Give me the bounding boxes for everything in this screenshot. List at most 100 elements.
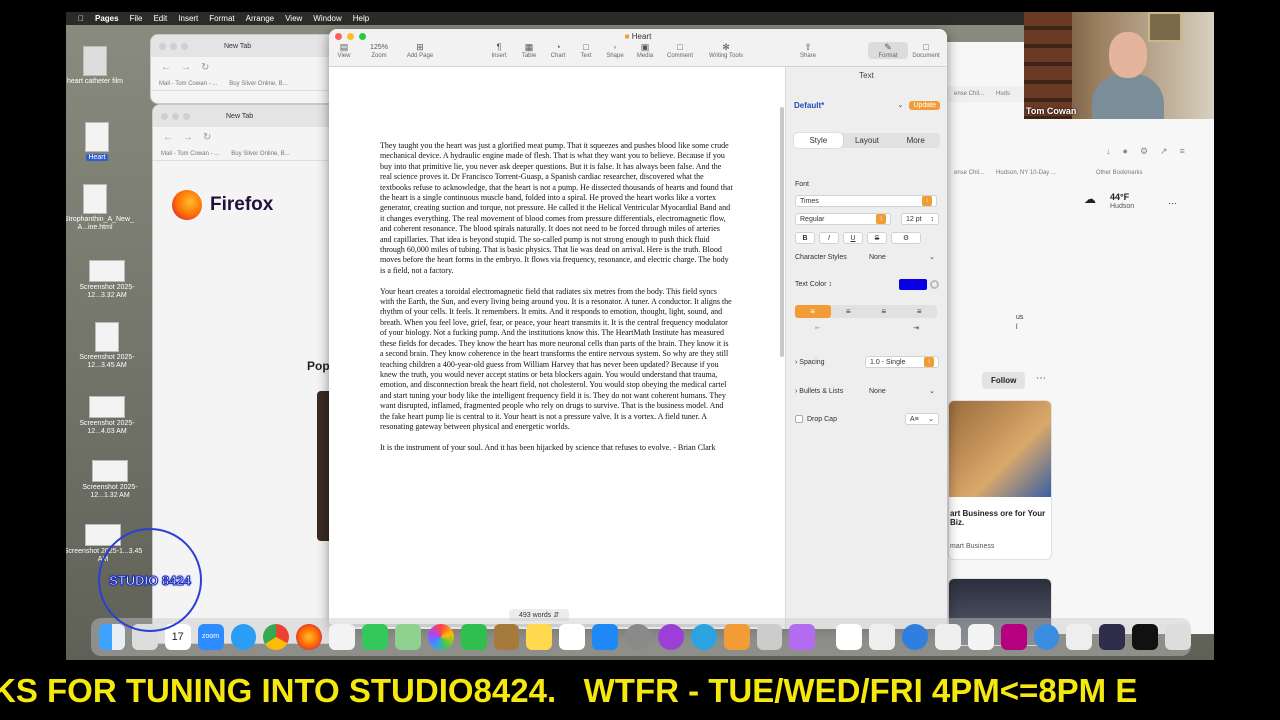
desktop-file[interactable]: Heart [66, 122, 138, 162]
weather-more-icon[interactable]: ⋯ [1168, 198, 1177, 209]
color-wheel-icon[interactable] [930, 280, 939, 289]
download-icon[interactable]: ↓ [1106, 146, 1111, 157]
document-file-icon[interactable] [836, 624, 863, 650]
comment-button[interactable]: □ Comment [660, 42, 700, 59]
desktop-file[interactable]: Screenshot 2025-12...1.32 AM [69, 460, 151, 500]
stepper-icon[interactable]: ↕ [931, 216, 935, 223]
document-file-icon[interactable] [869, 624, 895, 650]
zoom-app-icon[interactable]: zoom [197, 624, 224, 650]
italic-button[interactable]: I [819, 232, 839, 244]
globe-icon[interactable] [1033, 624, 1060, 650]
text-options-button[interactable]: ⚙ [891, 232, 921, 244]
maps-icon[interactable] [394, 624, 421, 650]
menu-format[interactable]: Format [209, 14, 234, 23]
back-icon[interactable]: ← [161, 62, 171, 73]
paragraph[interactable]: It is the instrument of your soul. And i… [380, 443, 733, 453]
folder-icon[interactable] [493, 624, 520, 650]
outdent-icon[interactable]: ⇤ [815, 324, 821, 332]
bookmark-item[interactable]: ense Chil... [954, 170, 984, 176]
bookmark-hudson[interactable]: Hudson, NY 10-Day ... [996, 170, 1056, 176]
follow-button[interactable]: Follow [982, 372, 1026, 389]
reload-icon[interactable]: ↻ [201, 62, 209, 73]
underline-button[interactable]: U [843, 232, 863, 244]
desktop-file[interactable]: G-Strophanthin_A_New_ A...ine.html [66, 184, 136, 232]
bookmark-silver[interactable]: Buy Silver Online, B... [231, 151, 289, 157]
spacing-row[interactable]: › Spacing 1.0 - Single ↕ [795, 356, 939, 368]
paragraph[interactable]: They taught you the heart was just a glo… [380, 141, 733, 276]
typeface-select[interactable]: Regular ↕ [795, 213, 891, 225]
news-icon[interactable] [559, 624, 586, 650]
messages-icon[interactable] [362, 624, 388, 650]
font-size-field[interactable]: 12 pt ↕ [901, 213, 939, 225]
weather-widget[interactable]: ☁ 44°F Hudson [1084, 192, 1134, 210]
menu-window[interactable]: Window [313, 14, 341, 23]
bookmark-mail[interactable]: Mail - Tom Cowan - ... [161, 151, 219, 157]
more-button[interactable]: ⋯ [1036, 373, 1046, 384]
safari-icon[interactable] [230, 624, 257, 650]
firefox-icon[interactable] [296, 624, 323, 650]
text-color-swatch[interactable] [899, 279, 927, 290]
pages-app-icon[interactable] [723, 624, 750, 650]
bold-button[interactable]: B [795, 232, 815, 244]
strikethrough-button[interactable]: S [867, 232, 887, 244]
tab-style[interactable]: Style [794, 133, 843, 148]
align-right-icon[interactable]: ≡ [866, 305, 902, 318]
share-icon[interactable]: ↗ [1160, 146, 1168, 157]
menu-file[interactable]: File [130, 14, 143, 23]
menu-insert[interactable]: Insert [178, 14, 198, 23]
media-button[interactable]: ▣ Media [625, 42, 665, 59]
font-select[interactable]: Times ↕ [795, 195, 937, 207]
system-settings-icon[interactable] [625, 624, 651, 650]
reload-icon[interactable]: ↻ [203, 132, 211, 143]
document-button[interactable]: □ Document [906, 42, 946, 59]
menu-icon[interactable]: ≡ [1180, 146, 1185, 157]
account-icon[interactable]: ● [1123, 146, 1128, 157]
update-button[interactable]: Update [909, 100, 940, 110]
apple-menu-icon[interactable]:  [78, 14, 84, 23]
paragraph-style-row[interactable]: Default* ⌄ Update [794, 97, 940, 113]
menu-edit[interactable]: Edit [153, 14, 167, 23]
pages-window[interactable]: ■ Heart ▤ View 125% Zoom ⊞ Add Page ¶ Insert… [329, 29, 947, 629]
desktop-file[interactable]: Screenshot 2025-12...3.45 AM [66, 322, 148, 370]
back-icon[interactable]: ← [163, 132, 173, 143]
desktop-file[interactable]: heart catheter film [66, 46, 136, 86]
align-left-icon[interactable]: ≡ [795, 305, 831, 318]
news-card[interactable]: art Business ore for Your Biz. mart Busi… [948, 400, 1052, 560]
document-file-icon[interactable] [1066, 624, 1093, 650]
bullets-select[interactable]: None ⌄ [865, 385, 939, 397]
browser-window-back[interactable]: New Tab ← → ↻ Mail - Tom Cowan - ... Buy… [150, 34, 350, 104]
bookmark-item[interactable]: Huds [996, 91, 1010, 97]
tab-new-tab[interactable]: New Tab [226, 113, 253, 120]
utility-app-icon[interactable] [756, 624, 783, 650]
firefox-icon[interactable] [1000, 624, 1027, 650]
drop-cap-style-select[interactable]: A≡ ⌄ [905, 413, 939, 425]
browser-window-right[interactable]: ense Chil... Huds ↓ ● ⚙ ↗ ≡ ense Chil...… [946, 42, 1214, 646]
tab-more[interactable]: More [891, 133, 940, 148]
document-file-icon[interactable] [967, 624, 994, 650]
writing-tools-button[interactable]: ✻ Writing Tools [704, 42, 748, 59]
menu-arrange[interactable]: Arrange [246, 14, 274, 23]
share-button[interactable]: ⇧ Share [788, 42, 828, 59]
forward-icon[interactable]: → [183, 132, 193, 143]
bookmark-item[interactable]: ense Chil... [954, 91, 984, 97]
trash-icon[interactable] [1165, 624, 1191, 650]
telegram-icon[interactable] [690, 624, 717, 650]
menu-help[interactable]: Help [353, 14, 369, 23]
finder-icon[interactable] [99, 624, 125, 650]
paragraph[interactable]: Your heart creates a toroidal electromag… [380, 287, 733, 433]
terminal-icon[interactable] [1132, 624, 1158, 650]
textedit-icon[interactable] [329, 624, 355, 650]
document-canvas[interactable]: They taught you the heart was just a glo… [329, 67, 785, 629]
desktop-file[interactable]: Screenshot 2025-12...4.03 AM [66, 396, 148, 436]
document-file-icon[interactable] [934, 624, 961, 650]
bookmark-silver[interactable]: Buy Silver Online, B... [229, 81, 287, 87]
bookmark-other[interactable]: Other Bookmarks [1096, 170, 1143, 176]
podcasts-icon[interactable] [657, 624, 684, 650]
extensions-icon[interactable]: ⚙ [1140, 146, 1148, 157]
facetime-icon[interactable] [460, 624, 487, 650]
format-button[interactable]: ✎ Format [868, 42, 908, 59]
zoom-button[interactable]: 125% Zoom [359, 42, 399, 59]
add-page-button[interactable]: ⊞ Add Page [400, 42, 440, 59]
photos-icon[interactable] [427, 624, 454, 650]
bullets-row[interactable]: › Bullets & Lists None ⌄ [795, 385, 939, 397]
